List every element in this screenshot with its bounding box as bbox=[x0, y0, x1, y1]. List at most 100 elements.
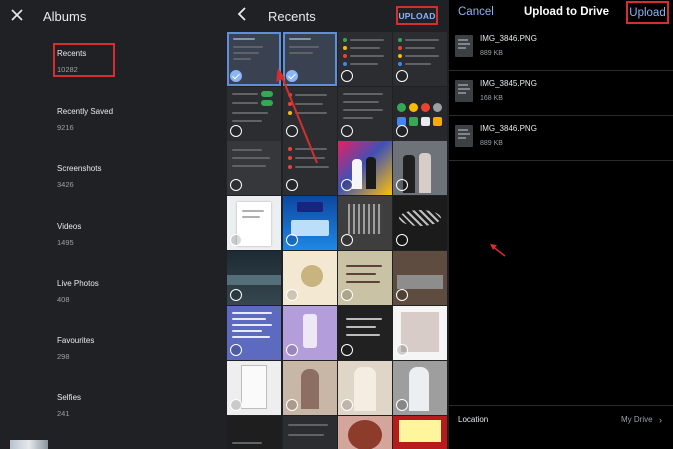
photo-thumbnail[interactable] bbox=[393, 32, 447, 86]
file-size: 168 KB bbox=[480, 95, 503, 102]
photo-thumbnail[interactable] bbox=[227, 361, 281, 415]
photo-thumbnail[interactable] bbox=[283, 306, 337, 360]
photo-thumbnail[interactable] bbox=[393, 361, 447, 415]
album-item-videos[interactable]: Videos 1495 bbox=[57, 222, 81, 247]
album-count: 9216 bbox=[57, 123, 74, 132]
file-list-item: IMG_3846.PNG 889 KB bbox=[449, 26, 673, 71]
photo-thumbnail[interactable] bbox=[338, 361, 392, 415]
recents-panel: Recents UPLOAD bbox=[225, 0, 449, 449]
photo-thumbnail[interactable] bbox=[393, 306, 447, 360]
photo-thumbnail[interactable] bbox=[393, 251, 447, 305]
select-circle[interactable] bbox=[396, 344, 408, 356]
cancel-button[interactable]: Cancel bbox=[458, 6, 494, 18]
photo-thumbnail[interactable] bbox=[283, 196, 337, 250]
image-file-icon bbox=[455, 125, 473, 147]
select-circle[interactable] bbox=[230, 344, 242, 356]
select-circle[interactable] bbox=[396, 289, 408, 301]
album-name: Favourites bbox=[57, 336, 95, 345]
album-item-recently-saved[interactable]: Recently Saved 9216 bbox=[57, 107, 113, 132]
photo-thumbnail[interactable] bbox=[393, 87, 447, 141]
album-name: Recently Saved bbox=[57, 107, 114, 116]
photo-thumbnail[interactable] bbox=[227, 87, 281, 141]
select-circle[interactable] bbox=[396, 179, 408, 191]
file-name: IMG_3845.PNG bbox=[480, 79, 537, 88]
album-item-favourites[interactable]: Favourites 298 bbox=[57, 336, 94, 361]
album-count: 408 bbox=[57, 295, 70, 304]
albums-panel: Albums Recents 10282 Recently Saved 9216… bbox=[0, 0, 225, 449]
file-name: IMG_3846.PNG bbox=[480, 34, 537, 43]
photo-thumbnail[interactable] bbox=[227, 32, 281, 86]
select-circle[interactable] bbox=[286, 234, 298, 246]
photo-thumbnail[interactable] bbox=[227, 196, 281, 250]
select-circle[interactable] bbox=[230, 125, 242, 137]
album-item-selfies[interactable]: Selfies 241 bbox=[57, 393, 81, 418]
close-icon[interactable] bbox=[10, 8, 24, 22]
location-value: My Drive bbox=[621, 415, 653, 424]
select-circle[interactable] bbox=[230, 399, 242, 411]
album-count: 241 bbox=[57, 409, 70, 418]
album-count: 298 bbox=[57, 352, 70, 361]
select-circle[interactable] bbox=[341, 179, 353, 191]
photo-thumbnail[interactable] bbox=[393, 416, 447, 449]
location-label: Location bbox=[458, 415, 489, 424]
photo-thumbnail[interactable] bbox=[283, 87, 337, 141]
album-count: 3426 bbox=[57, 180, 74, 189]
select-circle[interactable] bbox=[341, 70, 353, 82]
photo-thumbnail[interactable] bbox=[338, 416, 392, 449]
chevron-right-icon: › bbox=[659, 415, 662, 425]
select-circle[interactable] bbox=[341, 234, 353, 246]
photo-thumbnail[interactable] bbox=[393, 196, 447, 250]
upload-button[interactable]: UPLOAD bbox=[396, 6, 438, 25]
photo-thumbnail[interactable] bbox=[338, 32, 392, 86]
album-item-live-photos[interactable]: Live Photos 408 bbox=[57, 279, 99, 304]
photo-thumbnail[interactable] bbox=[227, 141, 281, 195]
photo-thumbnail[interactable] bbox=[283, 416, 337, 449]
select-circle[interactable] bbox=[230, 179, 242, 191]
select-circle[interactable] bbox=[286, 344, 298, 356]
select-circle[interactable] bbox=[341, 289, 353, 301]
photo-thumbnail[interactable] bbox=[393, 141, 447, 195]
recents-highlight-box bbox=[53, 43, 115, 77]
photo-thumbnail[interactable] bbox=[227, 251, 281, 305]
photo-thumbnail[interactable] bbox=[338, 251, 392, 305]
albums-title: Albums bbox=[43, 9, 87, 24]
select-circle[interactable] bbox=[230, 234, 242, 246]
select-circle[interactable] bbox=[341, 344, 353, 356]
back-arrow-icon[interactable] bbox=[235, 6, 249, 22]
photo-thumbnail[interactable] bbox=[338, 196, 392, 250]
select-circle[interactable] bbox=[230, 289, 242, 301]
select-circle[interactable] bbox=[286, 179, 298, 191]
photo-thumbnail[interactable] bbox=[283, 32, 337, 86]
photo-thumbnail[interactable] bbox=[227, 416, 281, 449]
photo-thumbnail[interactable] bbox=[283, 251, 337, 305]
select-circle[interactable] bbox=[396, 234, 408, 246]
album-count: 1495 bbox=[57, 238, 74, 247]
select-circle[interactable] bbox=[286, 399, 298, 411]
image-file-icon bbox=[455, 35, 473, 57]
album-thumbnail[interactable] bbox=[10, 440, 48, 449]
album-item-screenshots[interactable]: Screenshots 3426 bbox=[57, 164, 101, 189]
checkmark-icon[interactable] bbox=[230, 70, 242, 82]
checkmark-icon[interactable] bbox=[286, 70, 298, 82]
select-circle[interactable] bbox=[396, 125, 408, 137]
photo-thumbnail[interactable] bbox=[227, 306, 281, 360]
photo-thumbnail[interactable] bbox=[338, 87, 392, 141]
select-circle[interactable] bbox=[341, 125, 353, 137]
album-name: Selfies bbox=[57, 393, 82, 402]
select-circle[interactable] bbox=[341, 399, 353, 411]
photo-thumbnail[interactable] bbox=[283, 361, 337, 415]
photo-thumbnail[interactable] bbox=[338, 306, 392, 360]
upload-dialog-title: Upload to Drive bbox=[524, 6, 609, 18]
photo-thumbnail[interactable] bbox=[338, 141, 392, 195]
file-list-item: IMG_3845.PNG 168 KB bbox=[449, 71, 673, 116]
location-row[interactable]: Location My Drive › bbox=[449, 405, 673, 433]
photo-thumbnail[interactable] bbox=[283, 141, 337, 195]
select-circle[interactable] bbox=[396, 399, 408, 411]
upload-confirm-button[interactable]: Upload bbox=[626, 1, 669, 24]
select-circle[interactable] bbox=[396, 70, 408, 82]
select-circle[interactable] bbox=[286, 289, 298, 301]
select-circle[interactable] bbox=[286, 125, 298, 137]
file-name: IMG_3846.PNG bbox=[480, 124, 537, 133]
file-size: 889 KB bbox=[480, 140, 503, 147]
recents-title: Recents bbox=[268, 9, 316, 24]
